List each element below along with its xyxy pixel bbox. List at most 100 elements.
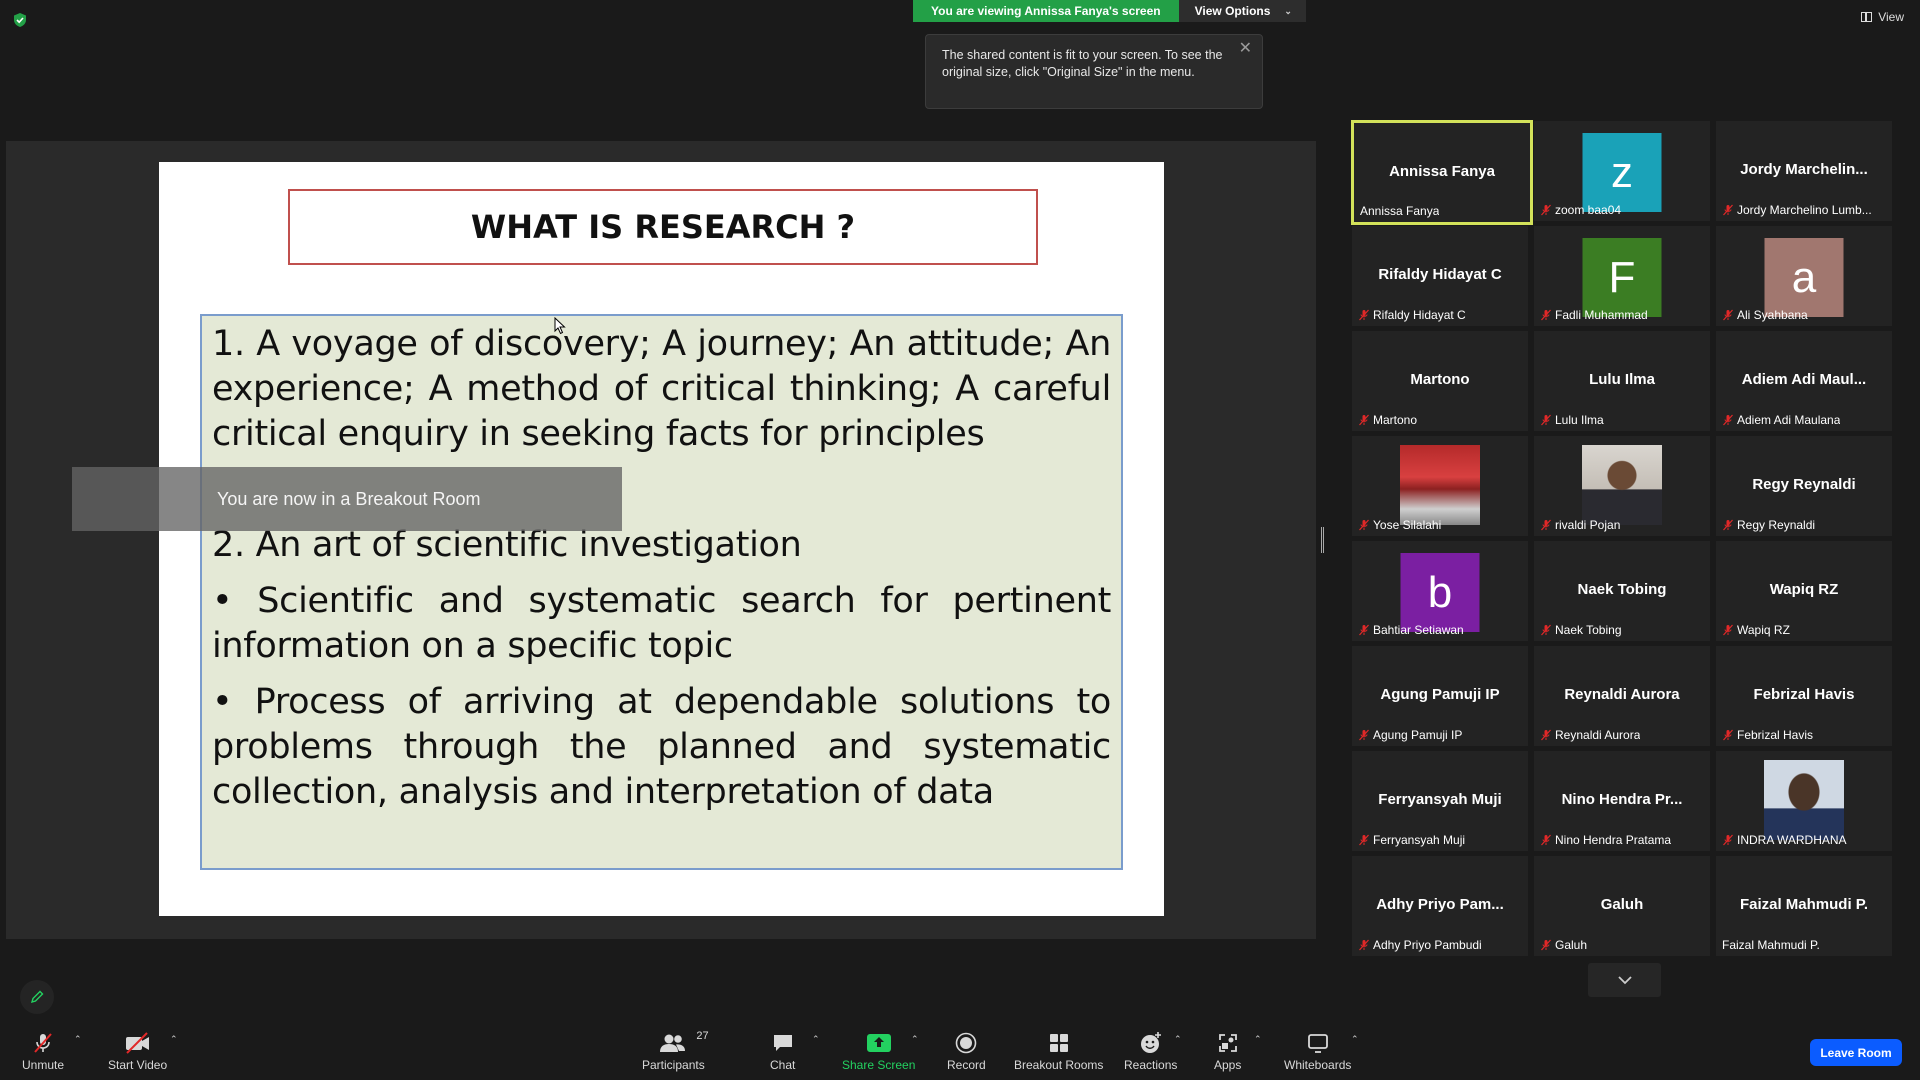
participant-name-label: Annissa Fanya — [1360, 204, 1440, 218]
chat-icon — [773, 1035, 792, 1051]
participant-video — [1400, 445, 1480, 525]
leave-room-button[interactable]: Leave Room — [1810, 1039, 1902, 1066]
participant-tile[interactable]: Regy Reynaldi Regy Reynaldi — [1716, 436, 1892, 536]
audio-options-caret-icon[interactable]: ⌃ — [74, 1034, 82, 1045]
participant-name-label: Reynaldi Aurora — [1540, 728, 1640, 742]
whiteboards-options-caret-icon[interactable]: ⌃ — [1351, 1034, 1359, 1045]
participant-name-label: Nino Hendra Pratama — [1540, 833, 1671, 847]
view-button[interactable]: View — [1861, 10, 1904, 24]
participant-tile[interactable]: z zoom baa04 — [1534, 121, 1710, 221]
slide-bullet-2: • Process of arriving at dependable solu… — [212, 682, 1111, 812]
start-video-button[interactable]: Start Video — [108, 1030, 167, 1072]
chat-label: Chat — [770, 1058, 796, 1072]
participant-tile[interactable]: Faizal Mahmudi P. Faizal Mahmudi P. — [1716, 856, 1892, 956]
participant-video — [1582, 445, 1662, 525]
participant-name-label: Febrizal Havis — [1722, 728, 1813, 742]
slide-point-1: 1. A voyage of discovery; A journey; An … — [212, 324, 1111, 454]
panel-resize-handle[interactable] — [1321, 527, 1324, 553]
participant-tile[interactable]: Naek Tobing Naek Tobing — [1534, 541, 1710, 641]
slide-body: 1. A voyage of discovery; A journey; An … — [200, 314, 1123, 870]
participants-icon — [660, 1034, 686, 1052]
share-options-caret-icon[interactable]: ⌃ — [911, 1034, 919, 1045]
participant-tile[interactable]: F Fadli Muhammad — [1534, 226, 1710, 326]
participant-name-label: Agung Pamuji IP — [1358, 728, 1462, 742]
participant-name-label: Lulu Ilma — [1540, 413, 1604, 427]
breakout-rooms-icon — [1049, 1034, 1068, 1052]
muted-microphone-icon — [1541, 624, 1551, 636]
participant-tile[interactable]: Rifaldy Hidayat C Rifaldy Hidayat C — [1352, 226, 1528, 326]
participant-video — [1764, 760, 1844, 840]
participant-tile[interactable]: rivaldi Pojan — [1534, 436, 1710, 536]
muted-microphone-icon — [1723, 204, 1733, 216]
unmute-button[interactable]: Unmute — [22, 1030, 64, 1072]
muted-microphone-icon — [1723, 414, 1733, 426]
record-icon — [956, 1032, 977, 1054]
participant-tile[interactable]: Adiem Adi Maul... Adiem Adi Maulana — [1716, 331, 1892, 431]
participant-tile[interactable]: Nino Hendra Pr... Nino Hendra Pratama — [1534, 751, 1710, 851]
close-icon[interactable]: ✕ — [1239, 40, 1252, 57]
participant-tile[interactable]: b Bahtiar Setiawan — [1352, 541, 1528, 641]
muted-microphone-icon — [1541, 834, 1551, 846]
participant-display-name: Lulu Ilma — [1589, 371, 1655, 388]
participant-tile[interactable]: Jordy Marchelin... Jordy Marchelino Lumb.… — [1716, 121, 1892, 221]
participant-name-label: INDRA WARDHANA — [1722, 833, 1847, 847]
participant-tile[interactable]: Agung Pamuji IP Agung Pamuji IP — [1352, 646, 1528, 746]
mouse-cursor-icon — [554, 317, 566, 335]
participant-tile[interactable]: Lulu Ilma Lulu Ilma — [1534, 331, 1710, 431]
participant-tile[interactable]: a Ali Syahbana — [1716, 226, 1892, 326]
apps-button[interactable]: Apps — [1214, 1030, 1241, 1072]
whiteboard-icon — [1307, 1034, 1328, 1053]
reactions-button[interactable]: Reactions — [1124, 1030, 1177, 1072]
participant-name-label: Adhy Priyo Pambudi — [1358, 938, 1482, 952]
breakout-rooms-button[interactable]: Breakout Rooms — [1014, 1030, 1103, 1072]
participants-button[interactable]: 27 Participants — [642, 1030, 709, 1072]
participant-name-label: Martono — [1358, 413, 1417, 427]
participant-tile[interactable]: Yose Silalahi — [1352, 436, 1528, 536]
video-options-caret-icon[interactable]: ⌃ — [170, 1034, 178, 1045]
muted-microphone-icon — [34, 1033, 52, 1053]
muted-microphone-icon — [1541, 204, 1551, 216]
muted-microphone-icon — [1359, 729, 1369, 741]
participant-tile[interactable]: Reynaldi Aurora Reynaldi Aurora — [1534, 646, 1710, 746]
participant-tile[interactable]: Martono Martono — [1352, 331, 1528, 431]
annotate-button[interactable] — [20, 980, 54, 1014]
participant-tile[interactable]: Adhy Priyo Pam... Adhy Priyo Pambudi — [1352, 856, 1528, 956]
view-options-button[interactable]: View Options ⌄ — [1178, 0, 1306, 22]
participant-display-name: Annissa Fanya — [1389, 163, 1495, 180]
encryption-shield-icon[interactable] — [12, 12, 28, 28]
whiteboards-button[interactable]: Whiteboards — [1284, 1030, 1351, 1072]
muted-microphone-icon — [1723, 519, 1733, 531]
slide-title: WHAT IS RESEARCH ? — [470, 208, 856, 246]
participant-tile[interactable]: Galuh Galuh — [1534, 856, 1710, 956]
participant-tile[interactable]: Febrizal Havis Febrizal Havis — [1716, 646, 1892, 746]
record-button[interactable]: Record — [947, 1030, 986, 1072]
whiteboards-label: Whiteboards — [1284, 1058, 1352, 1072]
participant-tile[interactable]: Ferryansyah Muji Ferryansyah Muji — [1352, 751, 1528, 851]
participant-tile[interactable]: Annissa Fanya Annissa Fanya — [1351, 120, 1533, 225]
record-label: Record — [947, 1058, 986, 1072]
unmute-label: Unmute — [22, 1058, 65, 1072]
breakout-rooms-label: Breakout Rooms — [1014, 1058, 1104, 1072]
reactions-options-caret-icon[interactable]: ⌃ — [1174, 1034, 1182, 1045]
share-screen-button[interactable]: Share Screen — [842, 1030, 915, 1072]
participant-display-name: Febrizal Havis — [1753, 686, 1855, 703]
chat-options-caret-icon[interactable]: ⌃ — [812, 1034, 820, 1045]
participant-name-label: zoom baa04 — [1540, 203, 1621, 217]
participant-tile[interactable]: INDRA WARDHANA — [1716, 751, 1892, 851]
participant-name-label: Naek Tobing — [1540, 623, 1622, 637]
chevron-down-icon — [1617, 976, 1632, 985]
muted-microphone-icon — [1359, 834, 1369, 846]
participant-avatar: F — [1582, 238, 1662, 317]
participant-display-name: Faizal Mahmudi P. — [1739, 896, 1869, 913]
apps-options-caret-icon[interactable]: ⌃ — [1254, 1034, 1262, 1045]
chevron-down-icon: ⌄ — [1284, 6, 1292, 16]
gallery-next-page-button[interactable] — [1588, 963, 1661, 997]
share-screen-icon — [866, 1034, 891, 1052]
participant-display-name: Galuh — [1600, 896, 1644, 913]
chat-button[interactable]: Chat — [770, 1030, 795, 1072]
participant-tile[interactable]: Wapiq RZ Wapiq RZ — [1716, 541, 1892, 641]
participant-name-label: Fadli Muhammad — [1540, 308, 1648, 322]
muted-microphone-icon — [1359, 939, 1369, 951]
participant-name-label: Bahtiar Setiawan — [1358, 623, 1464, 637]
participant-name-label: Rifaldy Hidayat C — [1358, 308, 1466, 322]
